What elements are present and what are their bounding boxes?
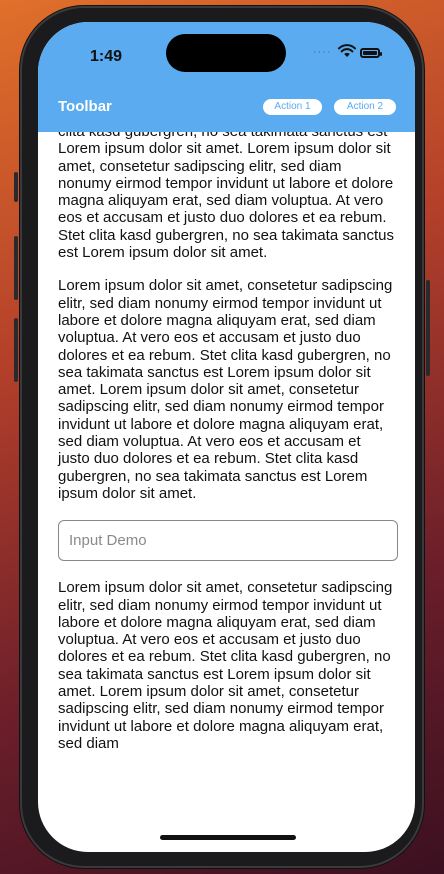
- status-bar: 1:49 ····: [38, 22, 415, 96]
- paragraph-middle: Lorem ipsum dolor sit amet, consetetur s…: [58, 277, 393, 502]
- action-button: [14, 172, 18, 202]
- content-column: clita kasd gubergren, no sea takimata sa…: [58, 132, 398, 768]
- home-indicator[interactable]: [160, 835, 296, 840]
- volume-down-button: [14, 318, 18, 382]
- volume-up-button: [14, 236, 18, 300]
- wifi-icon: [338, 44, 356, 57]
- status-time: 1:49: [90, 48, 123, 65]
- paragraph-bottom: Lorem ipsum dolor sit amet, consetetur s…: [58, 579, 393, 752]
- cellular-signal-icon: ····: [313, 46, 332, 58]
- power-button: [426, 280, 430, 376]
- input-demo-field[interactable]: [58, 520, 398, 562]
- battery-icon: [360, 48, 382, 58]
- toolbar: Toolbar Action 1 Action 2: [38, 96, 415, 132]
- scroll-content[interactable]: clita kasd gubergren, no sea takimata sa…: [38, 132, 415, 852]
- action-2-button[interactable]: Action 2: [334, 99, 396, 115]
- screen: 1:49 ···· Toolbar Action 1 Action 2 clit…: [38, 22, 415, 852]
- dynamic-island: [166, 34, 286, 72]
- paragraph-top: clita kasd gubergren, no sea takimata sa…: [58, 132, 395, 262]
- action-1-button[interactable]: Action 1: [263, 99, 322, 115]
- toolbar-title: Toolbar: [58, 98, 112, 115]
